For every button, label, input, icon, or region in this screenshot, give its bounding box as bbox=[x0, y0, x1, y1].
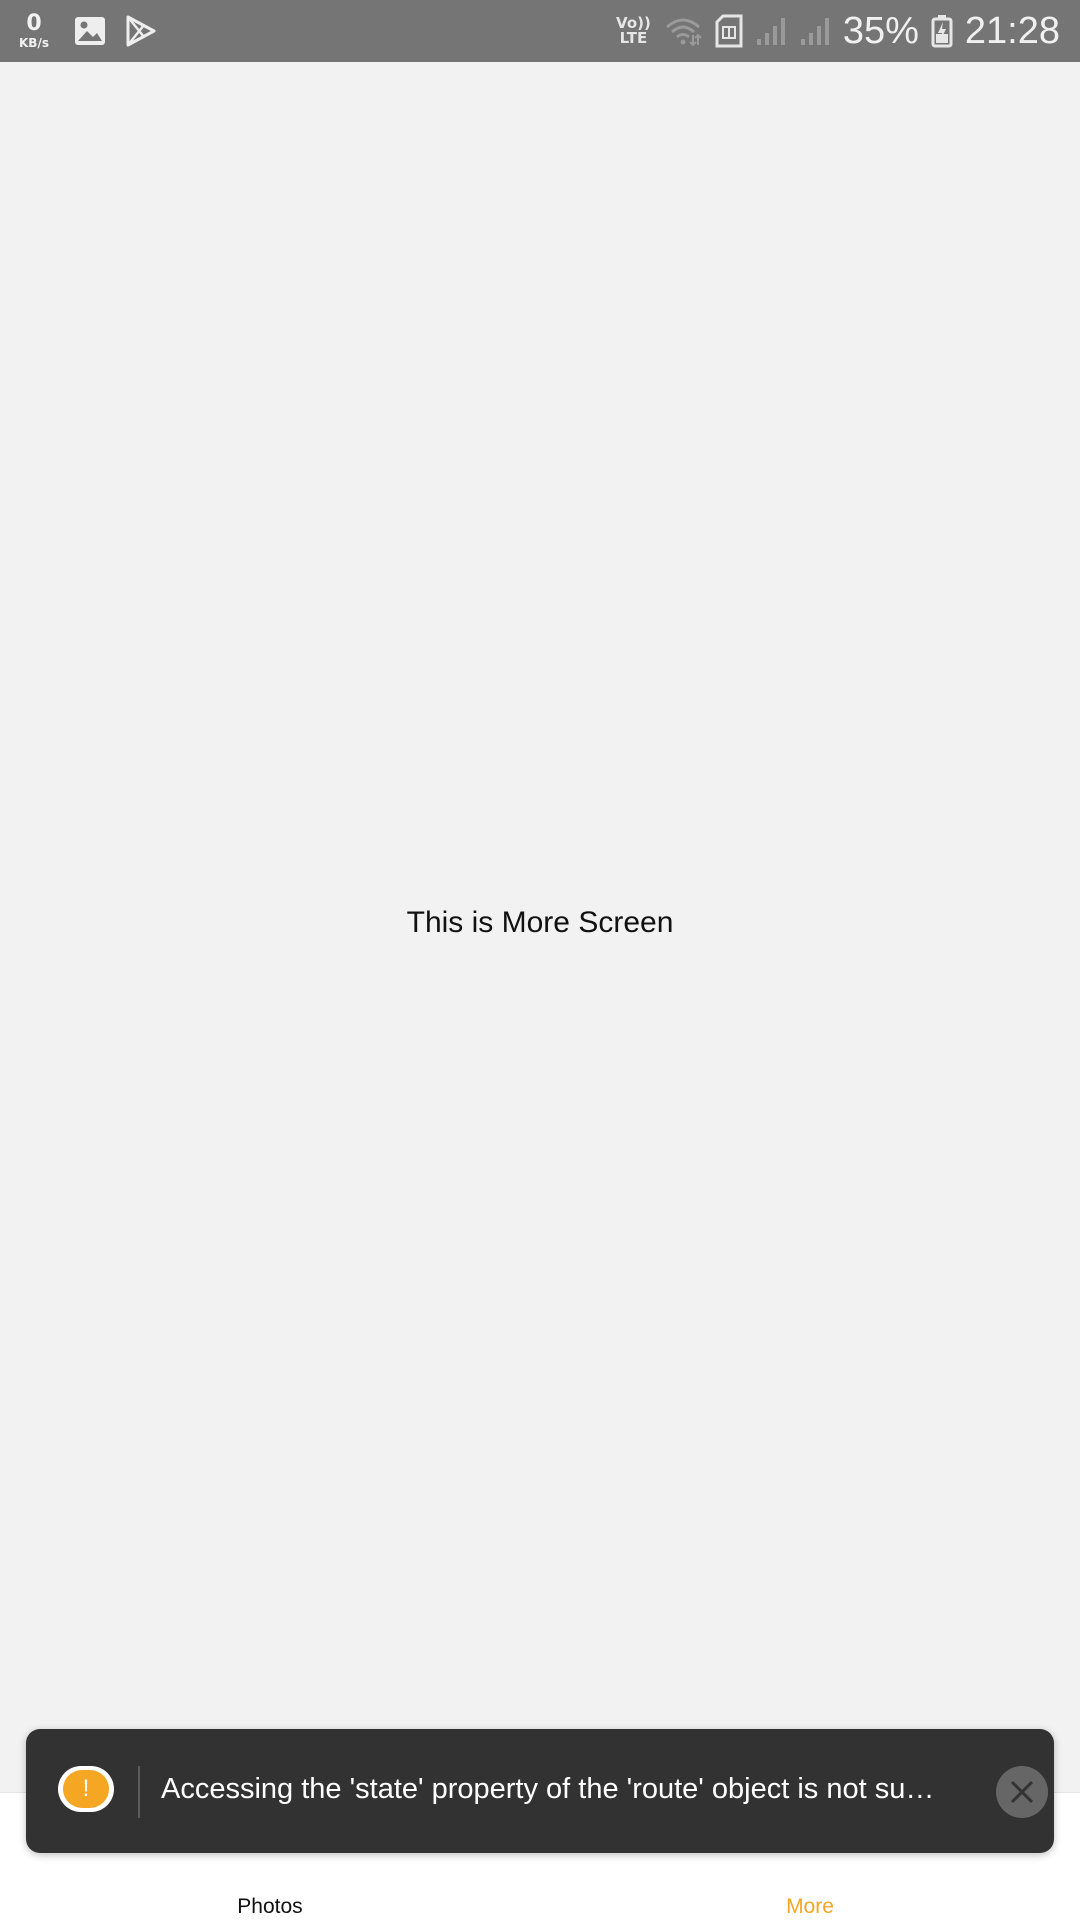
main-content: This is More Screen bbox=[0, 62, 1080, 1792]
network-speed-unit: KB/s bbox=[19, 36, 49, 50]
battery-percent: 35% bbox=[842, 9, 919, 52]
screen-title: This is More Screen bbox=[406, 906, 674, 939]
close-icon[interactable] bbox=[996, 1766, 1048, 1818]
network-speed-value: 0 bbox=[26, 11, 42, 36]
tab-more-label: More bbox=[786, 1895, 834, 1918]
tab-photos-label: Photos bbox=[237, 1895, 303, 1918]
status-bar: 0 KB/s Vo)) LTE 35% 21:28 bbox=[0, 0, 1080, 62]
play-store-icon bbox=[126, 15, 156, 47]
toast-divider bbox=[138, 1766, 140, 1818]
toast-message[interactable]: Accessing the 'state' property of the 'r… bbox=[161, 1773, 981, 1806]
volte-indicator: Vo)) LTE bbox=[616, 16, 651, 46]
sim-icon bbox=[715, 14, 743, 48]
network-speed: 0 KB/s bbox=[14, 11, 54, 50]
image-icon bbox=[74, 16, 106, 46]
warning-icon: ! bbox=[58, 1766, 114, 1812]
signal-icon bbox=[755, 15, 787, 47]
volte-bottom-label: LTE bbox=[619, 29, 648, 47]
status-bar-right: Vo)) LTE 35% 21:28 bbox=[616, 0, 1060, 62]
clock: 21:28 bbox=[964, 9, 1060, 52]
wifi-icon bbox=[663, 15, 703, 47]
signal-icon bbox=[799, 15, 831, 47]
warning-icon-glyph: ! bbox=[63, 1770, 109, 1808]
status-bar-left: 0 KB/s bbox=[14, 0, 156, 62]
battery-charging-icon bbox=[931, 14, 953, 48]
warning-toast[interactable]: ! Accessing the 'state' property of the … bbox=[26, 1729, 1054, 1853]
